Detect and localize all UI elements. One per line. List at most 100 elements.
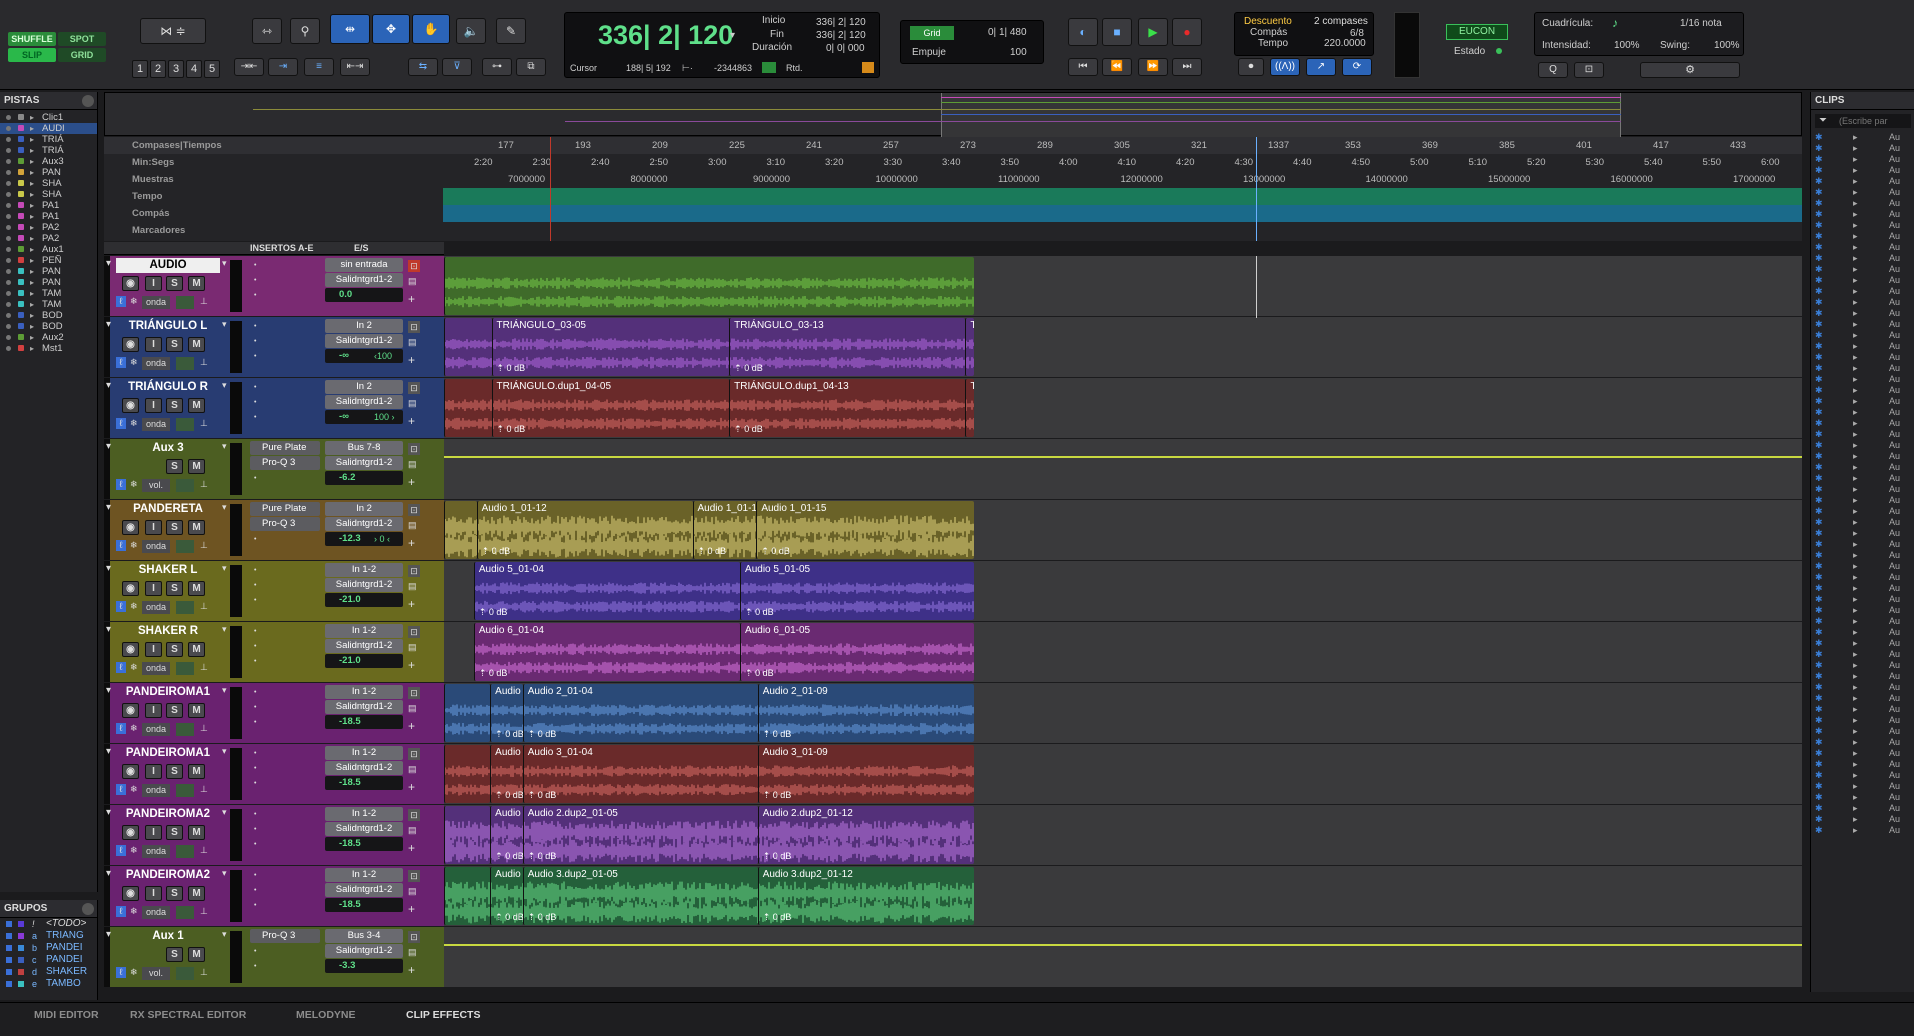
clip-expand-icon[interactable]: ▸ — [1853, 781, 1858, 792]
comments-icon[interactable]: ▤ — [408, 886, 417, 897]
add-icon[interactable]: + — [408, 353, 415, 367]
input-selector[interactable]: In 2 — [325, 502, 403, 516]
clip-list-item[interactable]: ✱ ▸ Au — [1811, 528, 1914, 539]
clip-expand-icon[interactable]: ▸ — [1853, 495, 1858, 506]
track-list-item[interactable]: ▸ PA2 — [0, 233, 97, 244]
clip-expand-icon[interactable]: ▸ — [1853, 473, 1858, 484]
clip-expand-icon[interactable]: ▸ — [1853, 605, 1858, 616]
empty-insert-icon[interactable]: • — [254, 750, 256, 757]
record-arm-button[interactable]: ◉ — [122, 520, 139, 535]
clip-expand-icon[interactable]: ▸ — [1853, 693, 1858, 704]
track-expand-icon[interactable]: ▾ — [106, 685, 111, 696]
input-selector[interactable]: In 2 — [325, 319, 403, 333]
clip-gain[interactable]: ⇡ 0 dB — [497, 363, 526, 374]
track-view-selector[interactable]: onda — [142, 601, 170, 614]
slip-mode-button[interactable]: SLIP — [8, 48, 56, 62]
clip-list-item[interactable]: ✱ ▸ Au — [1811, 649, 1914, 660]
visibility-icon[interactable] — [6, 269, 11, 274]
empty-insert-icon[interactable]: • — [254, 536, 256, 543]
solo-button[interactable]: S — [166, 947, 183, 962]
solo-button[interactable]: S — [166, 581, 183, 596]
audio-clip[interactable] — [444, 318, 492, 376]
track-name[interactable]: TRIÁNGULO R — [116, 380, 220, 395]
record-arm-button[interactable]: ◉ — [122, 398, 139, 413]
visibility-icon[interactable] — [6, 148, 11, 153]
clip-gain[interactable]: ⇡ 0 dB — [734, 424, 763, 435]
track-header[interactable]: ▾ SHAKER L ▾ ◉ I S Mℓ ❄ onda ⊥ • • • In 1-2 Salidntgrd… — [104, 561, 444, 621]
comments-icon[interactable]: ▤ — [408, 825, 417, 836]
output-selector[interactable]: Salidntgrd1-2 — [325, 883, 403, 897]
clip-expand-icon[interactable]: ▸ — [1853, 462, 1858, 473]
clip-list-item[interactable]: ✱ ▸ Au — [1811, 308, 1914, 319]
empty-insert-icon[interactable]: • — [254, 399, 256, 406]
audio-clip[interactable]: TRIÁNGULO.dup1_04-13 ⇡ 0 dB — [729, 379, 966, 437]
clip-list-item[interactable]: ✱ ▸ Au — [1811, 220, 1914, 231]
clip-gain[interactable]: ⇡ 0 dB — [763, 729, 792, 740]
clip-list-item[interactable]: ✱ ▸ Au — [1811, 440, 1914, 451]
track-lane[interactable]: Audio 6_01-04 ⇡ 0 dB Audio 6_01-05 ⇡ 0 dB — [444, 622, 1802, 682]
clip-gain[interactable]: ⇡ 0 dB — [528, 851, 557, 862]
input-monitor-button[interactable]: I — [145, 581, 162, 596]
clip-expand-icon[interactable]: ▸ — [1853, 396, 1858, 407]
record-arm-button[interactable]: ◉ — [122, 276, 139, 291]
record-icon[interactable]: ● — [1172, 18, 1202, 46]
track-view-selector[interactable]: onda — [142, 723, 170, 736]
track-list-item[interactable]: ▸ AUDI — [0, 123, 97, 134]
audio-clip[interactable]: TRIÁNGULO_03-05 ⇡ 0 dB — [491, 318, 730, 376]
clip-list-item[interactable]: ✱ ▸ Au — [1811, 605, 1914, 616]
clip-expand-icon[interactable]: ▸ — [1853, 803, 1858, 814]
volume-automation-line[interactable] — [444, 456, 1802, 458]
track-name[interactable]: PANDEIROMA2 — [116, 868, 220, 883]
track-header[interactable]: ▾ Aux 3 ▾ S Mℓ ❄ vol. ⊥ Pure Plate Pro-Q 3 • Bus 7-… — [104, 439, 444, 499]
mute-button[interactable]: M — [188, 276, 205, 291]
empty-insert-icon[interactable]: • — [254, 414, 256, 421]
input-selector[interactable]: Bus 7-8 — [325, 441, 403, 455]
clip-expand-icon[interactable]: ▸ — [1853, 176, 1858, 187]
zoom-preset-button[interactable]: 4 — [186, 60, 202, 78]
clip-expand-icon[interactable]: ▸ — [1853, 682, 1858, 693]
clip-list-item[interactable]: ✱ ▸ Au — [1811, 616, 1914, 627]
mute-button[interactable]: M — [188, 825, 205, 840]
clip-expand-icon[interactable]: ▸ — [1853, 264, 1858, 275]
empty-insert-icon[interactable]: • — [254, 292, 256, 299]
automation-icon[interactable]: ⊡ — [408, 382, 420, 394]
solo-button[interactable]: S — [166, 459, 183, 474]
swing-value[interactable]: 100% — [1714, 40, 1740, 51]
clip-list-item[interactable]: ✱ ▸ Au — [1811, 550, 1914, 561]
clip-expand-icon[interactable]: ▸ — [1853, 275, 1858, 286]
playlist-button[interactable] — [176, 296, 194, 309]
grabber-tool-icon[interactable]: ✋ — [412, 14, 450, 44]
track-list-item[interactable]: ▸ PEÑ — [0, 255, 97, 266]
clip-gain[interactable]: ⇡ 0 dB — [479, 668, 508, 679]
empty-insert-icon[interactable]: • — [254, 262, 256, 269]
clip-expand-icon[interactable]: ▸ — [1853, 319, 1858, 330]
track-header[interactable]: ▾ TRIÁNGULO R ▾ ◉ I S Mℓ ❄ onda ⊥ • • • In 2 Salidntgr… — [104, 378, 444, 438]
pencil-tool-icon[interactable]: ✎ — [496, 18, 526, 44]
empty-insert-icon[interactable]: • — [254, 719, 256, 726]
add-icon[interactable]: + — [408, 658, 415, 672]
audio-clip[interactable] — [444, 684, 491, 742]
track-header[interactable]: ▾ PANDEIROMA2 ▾ ◉ I S Mℓ ❄ onda ⊥ • • • In 1-2 Salidnt… — [104, 805, 444, 865]
track-list-item[interactable]: ▸ Aux1 — [0, 244, 97, 255]
clip-list-item[interactable]: ✱ ▸ Au — [1811, 495, 1914, 506]
audio-clip[interactable]: Audio 3.dup2_01-12 ⇡ 0 dB — [757, 867, 974, 925]
lock-icon[interactable]: ℓ — [116, 906, 126, 917]
output-selector[interactable]: Salidntgrd1-2 — [325, 578, 403, 592]
clip-gain[interactable]: ⇡ 0 dB — [495, 912, 523, 923]
clip-list-item[interactable]: ✱ ▸ Au — [1811, 341, 1914, 352]
track-view-selector[interactable]: onda — [142, 784, 170, 797]
track-expand-icon[interactable]: ▾ — [106, 502, 111, 513]
visibility-icon[interactable] — [6, 247, 11, 252]
stop-icon[interactable]: ■ — [1102, 18, 1132, 46]
clip-expand-icon[interactable]: ▸ — [1853, 154, 1858, 165]
clip-expand-icon[interactable]: ▸ — [1853, 407, 1858, 418]
elastic-icon[interactable]: ⊥ — [200, 662, 208, 673]
empty-insert-icon[interactable]: • — [254, 780, 256, 787]
volume-value[interactable]: -18.5 — [325, 837, 403, 851]
empty-insert-icon[interactable]: • — [254, 597, 256, 604]
quantize-value[interactable]: 1/16 nota — [1680, 18, 1722, 29]
empty-insert-icon[interactable]: • — [254, 658, 256, 665]
clip-gain[interactable]: ⇡ 0 dB — [528, 912, 557, 923]
lock-icon[interactable]: ℓ — [116, 479, 126, 490]
track-name[interactable]: PANDEIROMA1 — [116, 685, 220, 700]
